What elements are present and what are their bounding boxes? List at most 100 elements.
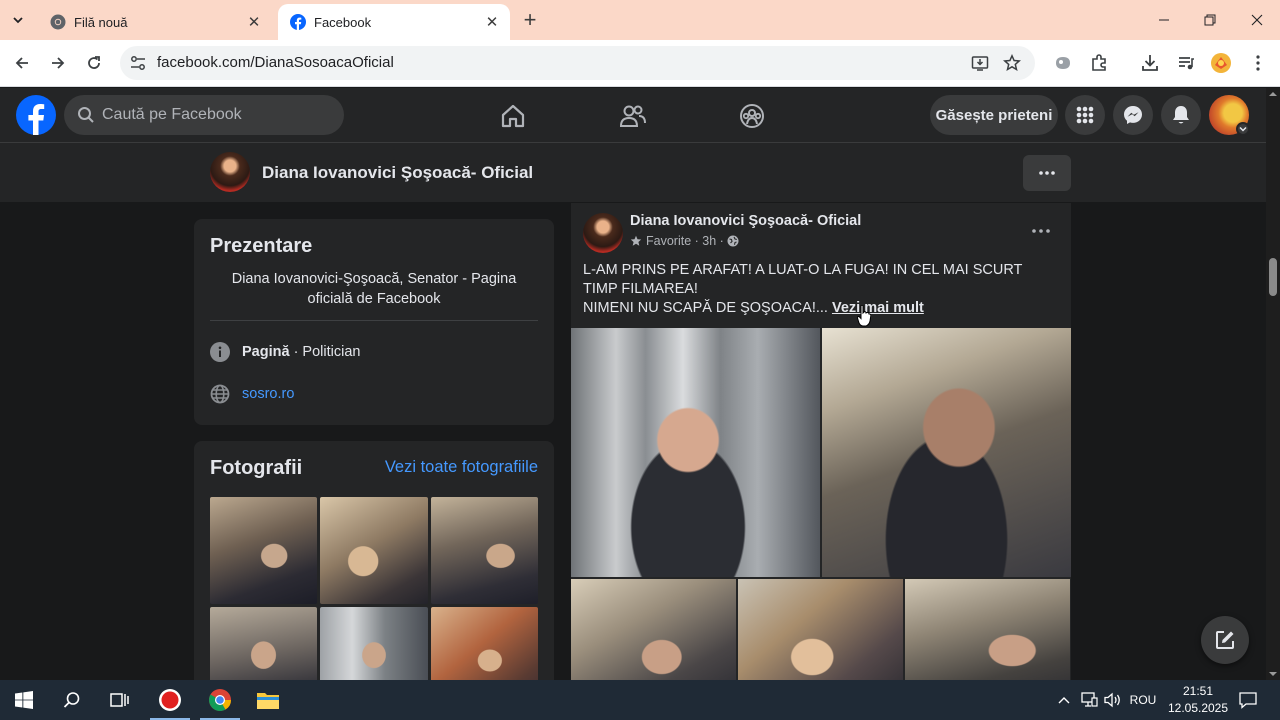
friends-icon	[619, 105, 646, 127]
restore-button[interactable]	[1187, 0, 1233, 40]
taskbar-recorder-app[interactable]	[146, 680, 194, 720]
compose-icon	[1216, 631, 1234, 649]
scroll-up-arrow-icon[interactable]	[1266, 88, 1280, 100]
download-icon	[1142, 55, 1158, 71]
facebook-header: Caută pe Facebook Găsește prieteni	[0, 88, 1266, 143]
clock-date: 12.05.2025	[1167, 701, 1229, 715]
tab-new-tab[interactable]: Filă nouă ✕	[38, 4, 272, 40]
tab-facebook[interactable]: Facebook ✕	[278, 4, 510, 40]
site-settings-icon[interactable]	[128, 53, 148, 73]
post-time[interactable]: 3h	[702, 234, 716, 248]
grid-menu-icon	[1076, 106, 1094, 124]
facebook-search-bar[interactable]: Caută pe Facebook	[64, 95, 344, 135]
extensions-menu-button[interactable]	[1084, 48, 1114, 78]
downloads-button[interactable]	[1135, 48, 1165, 78]
photo-thumbnail[interactable]	[430, 497, 538, 604]
profile-avatar-icon	[1211, 53, 1231, 73]
website-row: sosro.ro	[210, 384, 294, 404]
search-icon	[63, 692, 80, 708]
taskbar-file-explorer[interactable]	[244, 680, 292, 720]
post-image[interactable]	[822, 328, 1071, 577]
extension-logo-icon	[1056, 57, 1070, 69]
chrome-icon	[50, 14, 66, 30]
page-scrollbar[interactable]	[1266, 88, 1280, 680]
reload-icon	[88, 56, 100, 69]
new-tab-button[interactable]: +	[518, 7, 542, 32]
show-hidden-icons-button[interactable]	[1054, 680, 1074, 720]
menu-button[interactable]	[1065, 95, 1105, 135]
nav-home[interactable]	[457, 88, 569, 143]
forward-button[interactable]	[43, 48, 73, 78]
post-image[interactable]	[571, 328, 820, 577]
close-tab-icon[interactable]: ✕	[482, 12, 502, 32]
info-icon	[210, 342, 230, 362]
scrollbar-thumb[interactable]	[1269, 258, 1277, 296]
search-placeholder: Caută pe Facebook	[102, 106, 242, 123]
volume-button[interactable]	[1102, 680, 1124, 720]
divider	[210, 320, 538, 321]
profile-button[interactable]	[1206, 48, 1236, 78]
network-button[interactable]	[1078, 680, 1100, 720]
taskbar-chrome-app[interactable]	[196, 680, 244, 720]
page-more-button[interactable]	[1023, 155, 1071, 191]
search-icon	[78, 107, 94, 123]
post-options-button[interactable]	[1027, 221, 1055, 241]
media-control-button[interactable]	[1171, 48, 1201, 78]
taskbar-search-button[interactable]	[48, 680, 96, 720]
restore-icon	[1204, 14, 1216, 26]
website-link[interactable]: sosro.ro	[242, 386, 294, 402]
find-friends-button[interactable]: Găsește prieteni	[930, 95, 1058, 135]
chevron-down-icon	[1239, 126, 1247, 132]
more-horizontal-icon	[1032, 229, 1050, 233]
address-bar[interactable]: facebook.com/DianaSosoacaOficial	[120, 46, 1035, 80]
facebook-logo-icon[interactable]	[16, 95, 56, 135]
page-title[interactable]: Diana Iovanovici Şoşoacă- Oficial	[262, 163, 533, 183]
star-icon	[630, 235, 642, 246]
see-all-photos-link[interactable]: Vezi toate fotografiile	[385, 458, 538, 477]
close-window-button[interactable]	[1234, 0, 1280, 40]
page-sticky-header: Diana Iovanovici Şoşoacă- Oficial	[0, 143, 1266, 202]
taskbar-clock[interactable]: 21:51 12.05.2025	[1160, 683, 1236, 717]
see-more-link[interactable]: Vezi mai mult	[832, 300, 924, 316]
tab-search-button[interactable]	[4, 6, 32, 34]
messenger-button[interactable]	[1113, 95, 1153, 135]
install-app-button[interactable]	[968, 51, 992, 75]
start-button[interactable]	[0, 680, 48, 720]
task-view-icon	[110, 693, 129, 707]
photo-thumbnail[interactable]	[320, 497, 428, 604]
photo-thumbnail[interactable]	[210, 497, 318, 604]
meta-separator: ·	[716, 234, 728, 248]
new-message-button[interactable]	[1201, 616, 1249, 664]
task-view-button[interactable]	[96, 680, 144, 720]
page-avatar[interactable]	[210, 152, 250, 192]
extension-button[interactable]	[1048, 48, 1078, 78]
bookmark-button[interactable]	[1000, 51, 1024, 75]
reload-button[interactable]	[79, 48, 109, 78]
input-language-button[interactable]: ROU	[1126, 680, 1160, 720]
url-text: facebook.com/DianaSosoacaOficial	[157, 54, 394, 71]
back-button[interactable]	[7, 48, 37, 78]
close-tab-icon[interactable]: ✕	[244, 12, 264, 32]
nav-groups[interactable]	[696, 88, 808, 143]
mouse-cursor-icon	[857, 305, 871, 327]
nav-friends[interactable]	[577, 88, 689, 143]
account-menu-chevron[interactable]	[1236, 122, 1250, 136]
scroll-down-arrow-icon[interactable]	[1266, 668, 1280, 680]
notification-center-icon	[1239, 692, 1257, 709]
tab-title: Facebook	[314, 14, 372, 30]
post-author-name[interactable]: Diana Iovanovici Şoşoacă- Oficial	[630, 213, 861, 229]
minimize-icon	[1159, 19, 1169, 21]
notifications-button[interactable]	[1161, 95, 1201, 135]
intro-bio: Diana Iovanovici-Şoşoacă, Senator - Pagi…	[231, 271, 517, 307]
favorite-label: Favorite	[646, 234, 692, 248]
post-author-avatar[interactable]	[583, 213, 623, 253]
post-card: Diana Iovanovici Şoşoacă- Oficial Favori…	[571, 203, 1071, 703]
home-icon	[501, 104, 525, 127]
close-icon	[1251, 14, 1263, 26]
chrome-menu-button[interactable]	[1243, 48, 1273, 78]
minimize-button[interactable]	[1141, 0, 1187, 40]
page-category-row: Pagină · Politician	[210, 342, 360, 362]
playlist-icon	[1179, 57, 1194, 70]
photos-title: Fotografii	[210, 457, 303, 479]
notification-center-button[interactable]	[1236, 680, 1260, 720]
